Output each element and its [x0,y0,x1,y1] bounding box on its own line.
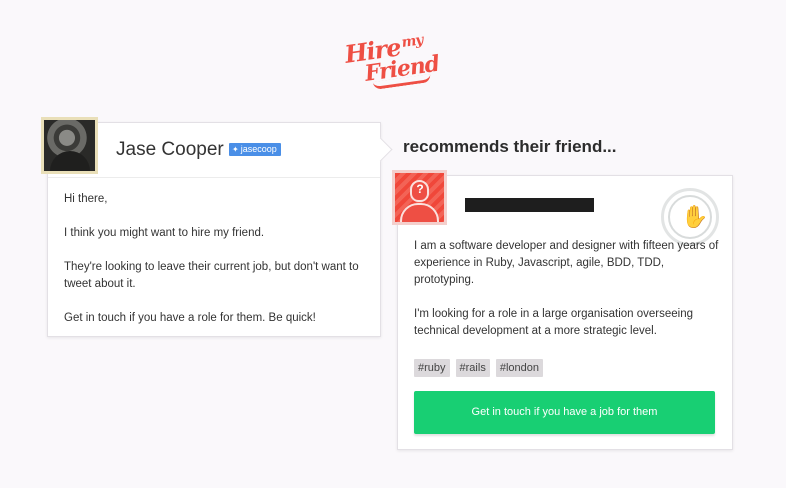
bio-paragraph: I am a software developer and designer w… [414,240,719,286]
friend-bio: I am a software developer and designer w… [414,238,722,357]
redacted-name-bar [465,198,594,212]
twitter-icon: ✦ [232,145,239,154]
sender-header: Jase Cooper ✦ jasecoop [41,117,380,178]
sender-avatar [41,117,98,174]
message-line: They're looking to leave their current j… [64,261,359,290]
twitter-handle: jasecoop [240,144,277,154]
friend-profile-card: ? ✋ I am a software developer and design… [392,170,733,450]
get-in-touch-button[interactable]: Get in touch if you have a job for them [414,391,715,434]
hire-my-friend-logo[interactable]: Hiremy Friend [343,32,441,90]
sender-name: Jase Cooper [116,139,224,160]
message-body: Hi there, I think you might want to hire… [48,178,380,327]
sender-message-card: Jase Cooper ✦ jasecoop Hi there, I think … [41,117,381,337]
message-greeting: Hi there, [64,193,108,205]
tag-rails[interactable]: #rails [455,359,490,377]
message-line: Get in touch if you have a role for them… [64,312,316,324]
anonymous-avatar: ? [392,170,447,225]
bio-paragraph: I'm looking for a role in a large organi… [414,308,693,337]
skill-tags: #ruby #rails #london [414,359,543,377]
logo-word-my: my [400,32,424,51]
twitter-handle-badge[interactable]: ✦ jasecoop [229,143,281,156]
question-mark-icon: ? [416,182,424,196]
tag-london[interactable]: #london [495,359,543,377]
recommends-heading: recommends their friend... [403,137,617,156]
tag-ruby[interactable]: #ruby [414,359,450,377]
message-line: I think you might want to hire my friend… [64,227,265,239]
